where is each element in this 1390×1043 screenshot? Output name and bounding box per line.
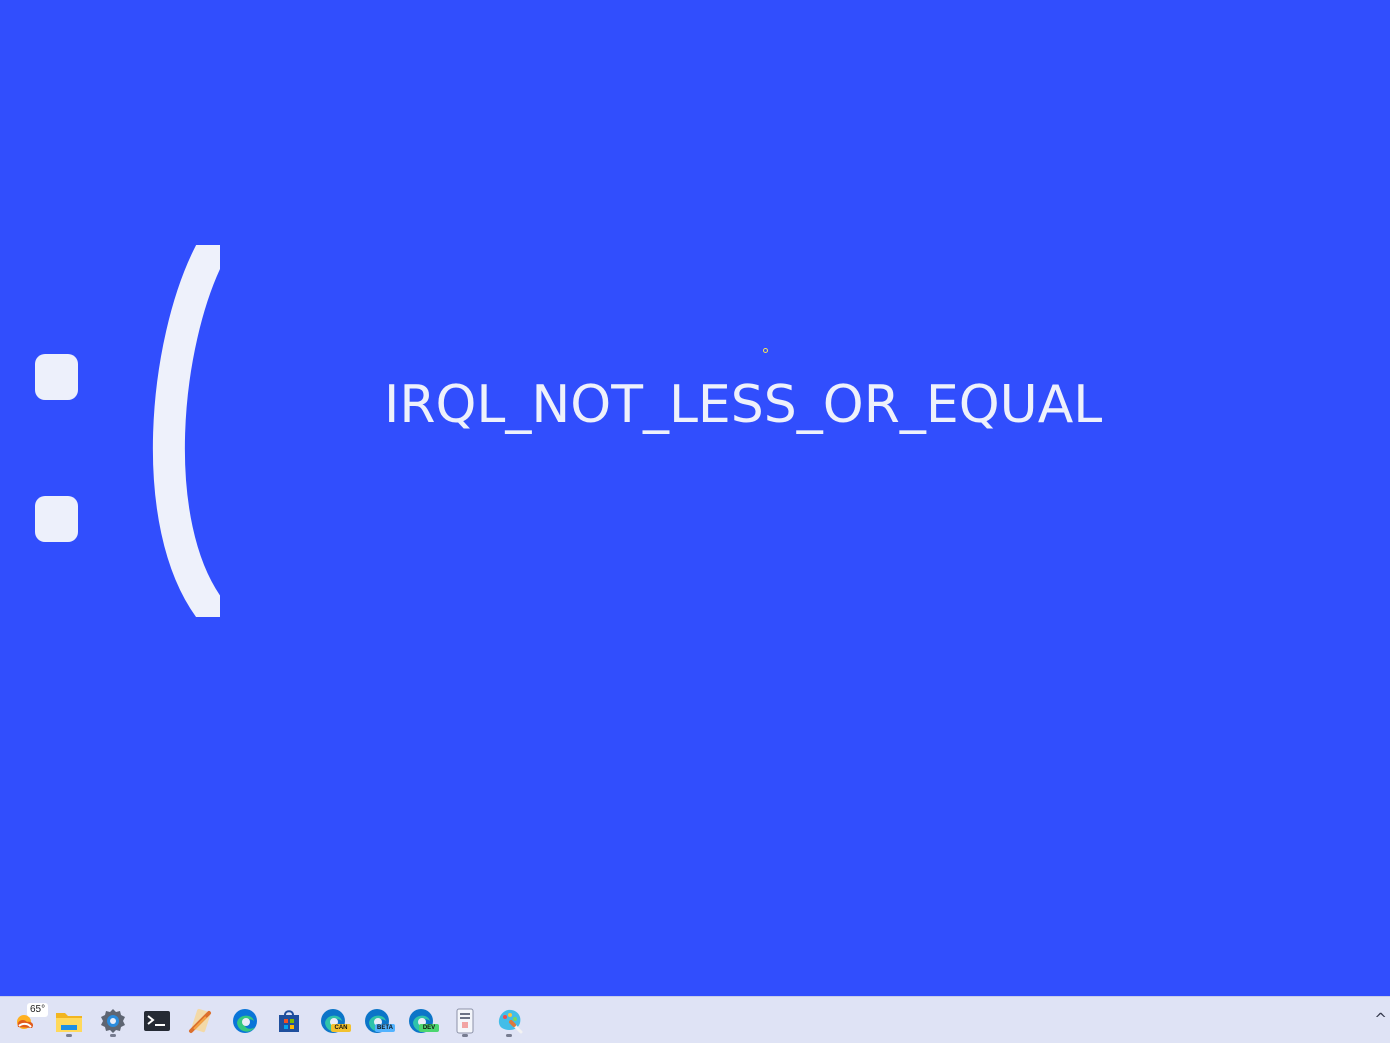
- weather-widget[interactable]: 65°: [5, 1003, 49, 1039]
- running-indicator: [462, 1034, 468, 1037]
- taskbar-store[interactable]: [269, 1003, 309, 1039]
- taskbar-tools[interactable]: [181, 1003, 221, 1039]
- taskbar-terminal[interactable]: [137, 1003, 177, 1039]
- paint-icon: [498, 1009, 523, 1034]
- sad-face-mouth-icon: [152, 245, 220, 617]
- notepad-icon: [456, 1008, 474, 1034]
- taskbar-settings[interactable]: [93, 1003, 133, 1039]
- taskbar-edge[interactable]: [225, 1003, 265, 1039]
- weather-temperature: 65°: [27, 1003, 49, 1017]
- taskbar-edge-dev[interactable]: DEV: [401, 1003, 441, 1039]
- running-indicator: [66, 1034, 72, 1037]
- sad-face-eye-top: [35, 354, 78, 400]
- settings-gear-icon: [101, 1009, 125, 1033]
- edge-dev-label: DEV: [419, 1024, 439, 1032]
- taskbar-notepad[interactable]: [445, 1003, 485, 1039]
- blue-screen: IRQL_NOT_LESS_OR_EQUAL: [0, 0, 1390, 996]
- tools-icon: [189, 1008, 211, 1033]
- taskbar-file-explorer[interactable]: [49, 1003, 89, 1039]
- sad-face-eye-bottom: [35, 496, 78, 542]
- edge-canary-label: CAN: [331, 1024, 351, 1032]
- error-code: IRQL_NOT_LESS_OR_EQUAL: [384, 375, 1103, 435]
- taskbar: 65° CAN BETA DEV ^: [0, 996, 1390, 1043]
- taskbar-paint[interactable]: [489, 1003, 529, 1039]
- store-icon: [279, 1010, 299, 1032]
- edge-beta-label: BETA: [375, 1024, 395, 1032]
- edge-icon: [233, 1009, 257, 1033]
- chevron-up-icon[interactable]: ^: [1374, 1009, 1387, 1029]
- mouse-cursor-indicator: [763, 348, 768, 353]
- file-explorer-icon: [56, 1013, 82, 1032]
- terminal-icon: [144, 1011, 170, 1031]
- running-indicator: [506, 1034, 512, 1037]
- running-indicator: [110, 1034, 116, 1037]
- taskbar-edge-canary[interactable]: CAN: [313, 1003, 353, 1039]
- taskbar-edge-beta[interactable]: BETA: [357, 1003, 397, 1039]
